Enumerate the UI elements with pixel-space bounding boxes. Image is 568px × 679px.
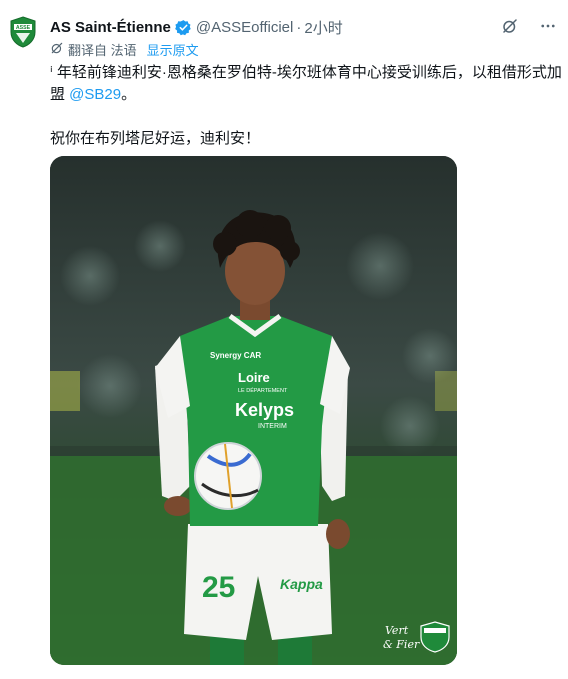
tweet-line-2: 祝你在布列塔尼好运，迪利安！ [50, 130, 261, 147]
watermark-text-2: & Fier [383, 638, 420, 651]
separator-dot: · [296, 18, 302, 36]
watermark-text-1: Vert [385, 624, 409, 637]
shirt-sponsor-top: Synergy CAR [210, 351, 261, 360]
player-photo-illustration: Synergy CAR Loire LE DÉPARTEMENT Kelyps … [50, 156, 457, 665]
shirt-sponsor-sub: LE DÉPARTEMENT [238, 387, 288, 394]
show-original-link[interactable]: 显示原文 [147, 40, 199, 59]
author-handle[interactable]: @ASSEofficiel [196, 19, 294, 36]
translate-icon [50, 41, 64, 58]
grok-icon[interactable] [500, 16, 520, 36]
tweet-text-suffix: 。 [121, 86, 137, 103]
verified-badge-icon [175, 19, 192, 36]
tweet[interactable]: ASSE AS Saint-Étienne @ASSEofficiel · 2小… [0, 0, 568, 679]
shirt-main-sub: INTERIM [258, 423, 287, 430]
shorts-brand: Kappa [280, 576, 323, 592]
tweet-header: AS Saint-Étienne @ASSEofficiel · 2小时 [50, 16, 558, 38]
shirt-main-sponsor: Kelyps [235, 400, 294, 420]
watermark-crest-icon [420, 621, 450, 653]
more-icon[interactable] [538, 16, 558, 36]
translated-from-label: 翻译自 法语 [68, 43, 137, 58]
translation-bar: 翻译自 法语 显示原文 [50, 40, 199, 59]
tweet-text: ⁱ 年轻前锋迪利安·恩格桑在罗伯特-埃尔班体育中心接受训练后，以租借形式加盟 @… [50, 62, 562, 150]
tweet-photo[interactable]: Synergy CAR Loire LE DÉPARTEMENT Kelyps … [50, 156, 457, 665]
shirt-sponsor-loire: Loire [238, 370, 270, 385]
author-name[interactable]: AS Saint-Étienne [50, 19, 171, 36]
header-actions [500, 16, 558, 36]
avatar[interactable]: ASSE [7, 16, 39, 48]
crest-text: ASSE [16, 25, 31, 31]
shorts-number: 25 [202, 571, 235, 604]
tweet-line-1: ⁱ 年轻前锋迪利安·恩格桑在罗伯特-埃尔班体育中心接受训练后，以租借形式加盟 @… [50, 62, 562, 106]
mention-link[interactable]: @SB29 [69, 86, 121, 103]
asse-crest-icon: ASSE [10, 16, 36, 48]
timestamp[interactable]: 2小时 [304, 17, 342, 38]
